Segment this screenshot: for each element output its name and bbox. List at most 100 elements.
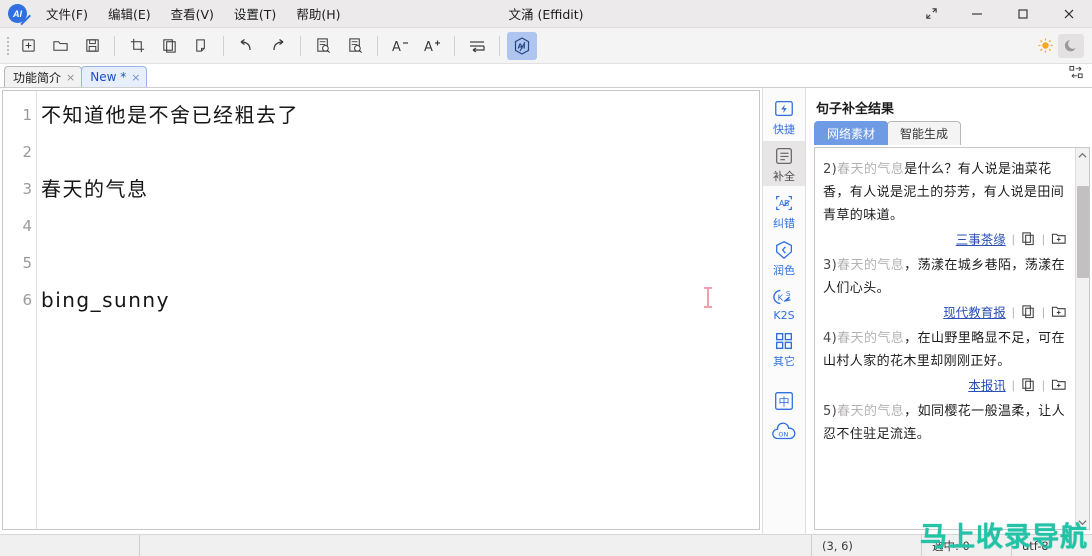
rail-item-language[interactable]: 中 — [763, 385, 805, 415]
insert-icon — [1051, 306, 1066, 317]
new-file-button[interactable] — [13, 32, 43, 60]
menu-view[interactable]: 查看(V) — [162, 0, 223, 27]
spellcheck-icon: A B — [776, 195, 792, 211]
toolbar-separator — [454, 35, 455, 56]
save-button[interactable] — [77, 32, 107, 60]
result-source-link[interactable]: 本报讯 — [968, 375, 1006, 394]
copy-button[interactable] — [154, 32, 184, 60]
increase-font-icon: A — [424, 40, 440, 55]
increase-font-button[interactable]: A — [417, 32, 447, 60]
result-item[interactable]: 2)春天的气息是什么？有人说是油菜花香，有人说是泥土的芬芳，有人说是田间青草的味… — [821, 154, 1069, 250]
editor-line: 春天的气息 — [41, 177, 149, 201]
tab-功能简介[interactable]: 功能简介 × — [4, 66, 83, 87]
window-controls — [908, 0, 1092, 27]
result-item[interactable]: 3)春天的气息，荡漾在城乡巷陌，荡漾在人们心头。 现代教育报 | | — [821, 250, 1069, 323]
sun-icon — [1037, 38, 1053, 53]
svg-text:A: A — [392, 40, 401, 55]
open-folder-button[interactable] — [45, 32, 75, 60]
tab-new[interactable]: New * × — [81, 66, 148, 87]
svg-text:中: 中 — [778, 396, 789, 409]
tab-close-icon[interactable]: × — [66, 71, 75, 84]
decrease-font-icon: A — [392, 40, 408, 55]
text-editor[interactable]: 1 2 3 4 5 6 不知道他是不舍已经粗去了 春天的气息 bing_sunn… — [2, 90, 760, 530]
replace-button[interactable] — [340, 32, 370, 60]
rail-item-completion[interactable]: 补全 — [763, 141, 805, 186]
copy-result-button[interactable] — [1021, 304, 1036, 319]
layout-toggle-icon — [1069, 65, 1083, 79]
rail-item-quick[interactable]: 快捷 — [763, 94, 805, 139]
panel-title: 句子补全结果 — [816, 102, 895, 117]
completion-panel: 句子补全结果 网络素材 智能生成 2)春天的气息是什么？有人说是油菜花香，有人说… — [806, 88, 1092, 534]
undo-button[interactable] — [231, 32, 261, 60]
panel-scrollbar[interactable] — [1075, 148, 1089, 529]
toolbar-separator — [377, 35, 378, 56]
rail-item-spellcheck[interactable]: A B 纠错 — [763, 188, 805, 233]
scroll-thumb[interactable] — [1077, 186, 1089, 278]
close-button[interactable] — [1046, 0, 1092, 27]
action-divider: | — [1041, 231, 1045, 246]
panel-tab-smart-generate[interactable]: 智能生成 — [887, 121, 962, 145]
minimize-button[interactable] — [954, 0, 1000, 27]
polish-icon — [776, 241, 792, 260]
editor-line: bing_sunny — [41, 288, 170, 312]
result-source-link[interactable]: 三事茶缘 — [956, 229, 1006, 248]
minimize-icon — [972, 12, 982, 15]
rail-item-cloud-status[interactable]: ON — [763, 417, 805, 445]
find-icon — [316, 38, 330, 53]
light-theme-button[interactable] — [1032, 34, 1058, 58]
dark-theme-button[interactable] — [1058, 33, 1084, 58]
line-number: 5 — [22, 254, 32, 272]
decrease-font-button[interactable]: A — [385, 32, 415, 60]
tab-close-icon[interactable]: × — [131, 71, 140, 84]
copy-result-button[interactable] — [1021, 377, 1036, 392]
menu-file[interactable]: 文件(F) — [37, 0, 97, 27]
theme-toggle-group — [1032, 33, 1084, 58]
copy-icon — [1022, 378, 1034, 392]
result-index: 5) — [823, 404, 838, 419]
rail-item-polish[interactable]: 润色 — [763, 235, 805, 280]
insert-result-button[interactable] — [1051, 377, 1067, 392]
cut-button[interactable] — [122, 32, 152, 60]
copy-result-button[interactable] — [1021, 231, 1036, 246]
layout-toggle-button[interactable] — [1069, 65, 1084, 85]
scroll-down-button[interactable] — [1076, 515, 1089, 529]
line-number: 2 — [22, 143, 32, 161]
insert-result-button[interactable] — [1051, 231, 1067, 246]
scroll-up-button[interactable] — [1076, 148, 1089, 162]
scroll-track[interactable] — [1076, 162, 1089, 515]
toolbar-separator — [223, 35, 224, 56]
rail-item-label: 润色 — [773, 264, 795, 277]
copy-icon — [1022, 232, 1034, 246]
insert-result-button[interactable] — [1051, 304, 1067, 319]
ai-assistant-button[interactable]: AI — [507, 31, 537, 60]
svg-text:ON: ON — [778, 431, 788, 439]
redo-button[interactable] — [263, 32, 293, 60]
more-grid-icon — [775, 332, 793, 350]
panel-tab-bar: 网络素材 智能生成 — [806, 121, 1092, 145]
paste-button[interactable] — [186, 32, 216, 60]
maximize-button[interactable] — [1000, 0, 1046, 27]
result-actions: 本报讯 | | — [823, 373, 1067, 394]
result-index: 4) — [823, 331, 838, 346]
result-item[interactable]: 4)春天的气息，在山野里略显不足，可在山村人家的花木里却刚刚正好。 本报讯 | — [821, 323, 1069, 396]
restore-expand-button[interactable] — [908, 0, 954, 27]
chevron-up-icon — [1078, 152, 1087, 158]
rail-item-other[interactable]: 其它 — [763, 326, 805, 371]
editor-lines[interactable]: 不知道他是不舍已经粗去了 春天的气息 bing_sunny — [37, 91, 759, 529]
main-area: 1 2 3 4 5 6 不知道他是不舍已经粗去了 春天的气息 bing_sunn… — [0, 88, 1092, 534]
cut-icon — [130, 38, 144, 53]
indent-button[interactable] — [462, 32, 492, 60]
menu-help[interactable]: 帮助(H) — [287, 0, 349, 27]
open-folder-icon — [52, 41, 68, 51]
menu-settings[interactable]: 设置(T) — [225, 0, 285, 27]
panel-tab-web-materials[interactable]: 网络素材 — [814, 121, 889, 145]
rail-item-k2s[interactable]: K S K2S — [763, 282, 805, 324]
action-divider: | — [1011, 231, 1015, 246]
result-item[interactable]: 5)春天的气息，如同樱花一般温柔，让人忍不住驻足流连。 — [821, 396, 1069, 448]
menu-edit[interactable]: 编辑(E) — [99, 0, 160, 27]
result-source-link[interactable]: 现代教育报 — [943, 302, 1006, 321]
find-button[interactable] — [308, 32, 338, 60]
replace-icon — [348, 38, 362, 53]
